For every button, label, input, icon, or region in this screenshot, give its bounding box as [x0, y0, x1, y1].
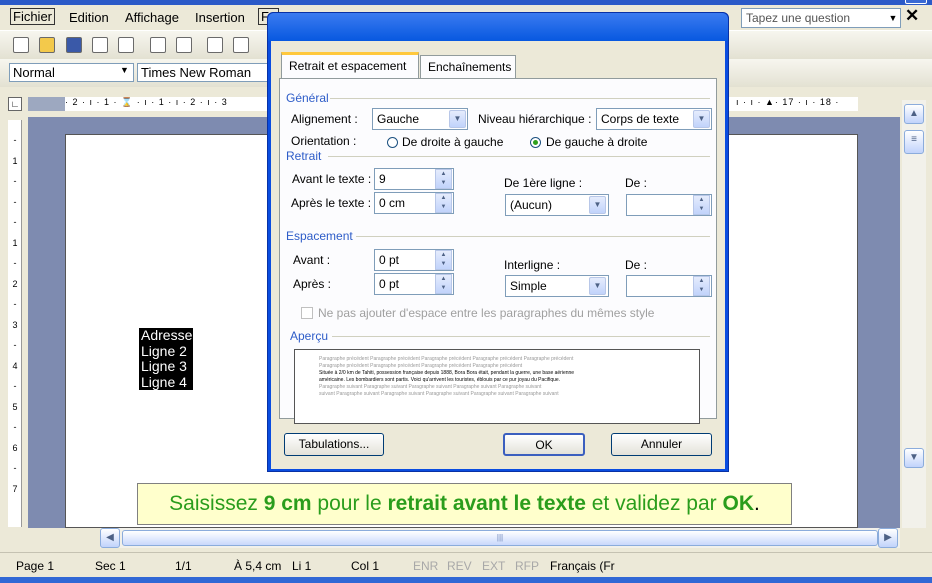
- status-pages: 1/1: [175, 559, 192, 573]
- font-select[interactable]: Times New Roman: [137, 63, 272, 82]
- open-folder-icon[interactable]: [39, 37, 55, 53]
- radio-rtl[interactable]: [387, 137, 398, 148]
- paragraph-dialog: Retrait et espacement Enchaînements Géné…: [267, 12, 729, 472]
- ruler-marks-right: ı · ı · ▲· 17 · ı · 18 ·: [736, 97, 840, 107]
- tab-enchainements[interactable]: Enchaînements: [420, 55, 516, 79]
- section-espacement: Espacement: [286, 229, 353, 243]
- indent-by-spinner[interactable]: ▲ ▼: [693, 195, 710, 215]
- no-space-checkbox[interactable]: [301, 307, 313, 319]
- scroll-thumb[interactable]: ≡: [904, 130, 924, 154]
- horizontal-scroll-thumb[interactable]: |||: [122, 530, 878, 546]
- chevron-down-icon[interactable]: ▼: [589, 277, 606, 295]
- chevron-down-icon[interactable]: ▼: [449, 110, 466, 128]
- status-rfp[interactable]: RFP: [515, 559, 539, 573]
- status-page: Page 1: [16, 559, 55, 573]
- line-spacing-label: Interligne :: [504, 258, 561, 272]
- rtl-label[interactable]: De droite à gauche: [402, 135, 503, 149]
- taskbar: [0, 577, 932, 583]
- divider: [356, 236, 710, 237]
- ask-question-input[interactable]: Tapez une question: [741, 8, 901, 28]
- status-language: Français (Fr: [550, 559, 615, 573]
- print-preview-icon[interactable]: [176, 37, 192, 53]
- window-close-button[interactable]: [905, 0, 927, 4]
- indent-before-spinner[interactable]: ▲ ▼: [435, 169, 452, 189]
- tab-retrait-espacement[interactable]: Retrait et espacement: [281, 52, 419, 79]
- instruction-hint: Saisissez 9 cm pour le retrait avant le …: [137, 483, 792, 525]
- dialog-titlebar[interactable]: [268, 13, 728, 41]
- status-bar: Page 1 Sec 1 1/1 À 5,4 cm Li 1 Col 1 ENR…: [0, 552, 932, 577]
- ruler-marks-left: · 2 · ı · 1 · ⌛ · ı · 1 · ı · 2 · ı · 3: [65, 97, 228, 107]
- chevron-down-icon[interactable]: ▼: [589, 196, 606, 214]
- vertical-scrollbar[interactable]: ▲ ≡ ▼: [902, 100, 926, 528]
- radio-ltr[interactable]: [530, 137, 541, 148]
- print-icon[interactable]: [150, 37, 166, 53]
- menu-insertion[interactable]: Insertion: [195, 10, 245, 25]
- ltr-label[interactable]: De gauche à droite: [546, 135, 647, 149]
- space-before-spinner[interactable]: ▲ ▼: [435, 250, 452, 270]
- indent-after-label: Après le texte :: [291, 196, 372, 210]
- scroll-down-icon[interactable]: ▼: [904, 448, 924, 468]
- section-general: Général: [286, 91, 329, 105]
- line-at-label: De :: [625, 258, 648, 272]
- tab-panel: Général Alignement : Gauche ▼ Niveau hié…: [279, 78, 717, 424]
- spelling-icon[interactable]: [207, 37, 223, 53]
- space-before-label: Avant :: [293, 253, 331, 267]
- menu-fichier[interactable]: Fichier: [10, 8, 56, 25]
- status-section: Sec 1: [95, 559, 126, 573]
- ok-button[interactable]: OK: [503, 433, 585, 456]
- status-position: À 5,4 cm: [234, 559, 282, 573]
- divider: [332, 336, 710, 337]
- style-select[interactable]: Normal: [9, 63, 134, 82]
- orientation-label: Orientation :: [291, 134, 357, 148]
- menu-edition[interactable]: Edition: [69, 10, 109, 25]
- outline-level-label: Niveau hiérarchique :: [478, 112, 592, 126]
- indent-after-spinner[interactable]: ▲ ▼: [435, 193, 452, 213]
- chevron-down-icon[interactable]: ▼: [693, 110, 710, 128]
- tabulations-button[interactable]: Tabulations...: [284, 433, 384, 456]
- line-at-spinner[interactable]: ▲ ▼: [693, 276, 710, 296]
- status-enr[interactable]: ENR: [413, 559, 438, 573]
- indent-by-label: De :: [625, 176, 648, 190]
- no-space-label: Ne pas ajouter d'espace entre les paragr…: [318, 306, 655, 320]
- email-icon[interactable]: [118, 37, 134, 53]
- alignment-label: Alignement :: [291, 112, 358, 126]
- research-icon[interactable]: [233, 37, 249, 53]
- status-line: Li 1: [292, 559, 312, 573]
- space-after-spinner[interactable]: ▲ ▼: [435, 274, 452, 294]
- permission-icon[interactable]: [92, 37, 108, 53]
- dialog-body: Retrait et espacement Enchaînements Géné…: [271, 41, 725, 469]
- status-column: Col 1: [351, 559, 380, 573]
- first-line-label: De 1ère ligne :: [504, 176, 583, 190]
- new-document-icon[interactable]: [13, 37, 29, 53]
- divider: [328, 156, 710, 157]
- cancel-button[interactable]: Annuler: [611, 433, 712, 456]
- vertical-ruler-marks: -1---1-2-3-4-5-6-7: [12, 135, 18, 494]
- paragraph-preview: Paragraphe précédent Paragraphe précéden…: [294, 349, 700, 424]
- scroll-up-icon[interactable]: ▲: [904, 104, 924, 124]
- indent-before-label: Avant le texte :: [292, 172, 372, 186]
- chevron-down-icon[interactable]: ▼: [886, 9, 900, 27]
- status-rev[interactable]: REV: [447, 559, 472, 573]
- scroll-left-icon[interactable]: ◀: [100, 528, 120, 548]
- chevron-down-icon[interactable]: ▼: [120, 65, 129, 75]
- tab-selector-icon[interactable]: ∟: [8, 97, 22, 111]
- status-ext[interactable]: EXT: [482, 559, 505, 573]
- selected-address-text[interactable]: Adresse Ligne 2 Ligne 3 Ligne 4: [139, 327, 193, 390]
- divider: [330, 98, 710, 99]
- scroll-right-icon[interactable]: ▶: [878, 528, 898, 548]
- ruler-margin: [28, 97, 65, 111]
- space-after-label: Après :: [293, 277, 332, 291]
- section-apercu: Aperçu: [290, 329, 329, 343]
- section-retrait: Retrait: [286, 149, 322, 163]
- close-document-icon[interactable]: ✕: [905, 6, 919, 26]
- save-icon[interactable]: [66, 37, 82, 53]
- menu-affichage[interactable]: Affichage: [125, 10, 179, 25]
